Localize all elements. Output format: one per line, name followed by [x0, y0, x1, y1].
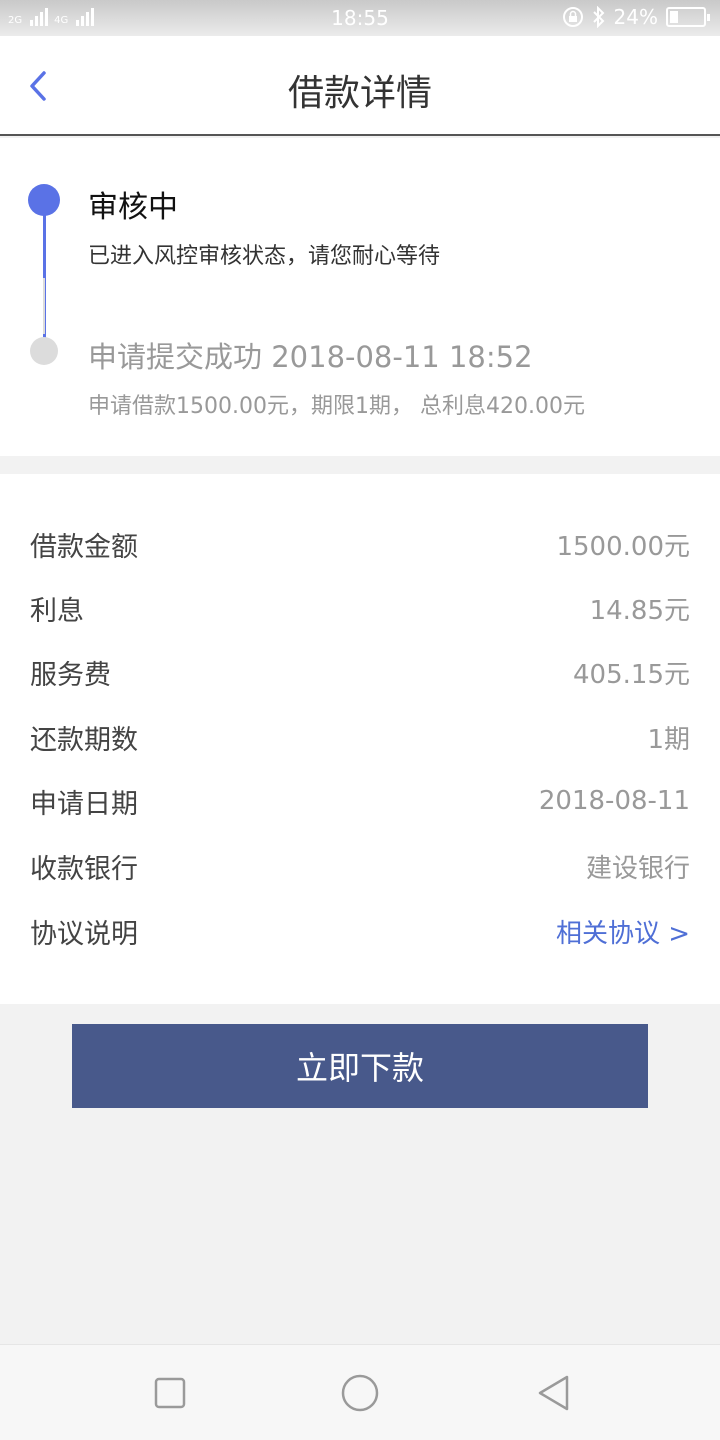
detail-value: 1期 [647, 724, 690, 755]
home-button[interactable] [340, 1373, 380, 1413]
detail-label: 借款金额 [30, 531, 138, 563]
detail-row-service-fee: 服务费 405.15元 [30, 652, 690, 692]
detail-row-loan-amount: 借款金额 1500.00元 [30, 524, 690, 564]
detail-value: 405.15元 [573, 659, 690, 690]
detail-label: 收款银行 [30, 853, 138, 885]
page-title: 借款详情 [287, 73, 432, 114]
timeline-dot-current [28, 184, 60, 216]
status-timeline: 审核中 已进入风控审核状态，请您耐心等待 申请提交成功 2018-08-11 1… [0, 138, 720, 456]
detail-row-agreement: 协议说明 相关协议 > [30, 911, 690, 951]
app-header: 借款详情 [0, 36, 720, 136]
square-icon [154, 1377, 186, 1409]
battery-percent: 24% [613, 5, 658, 29]
screen: 2G 4G 18:55 24% 借款详情 审核中 已进入风控审核状态，请您耐心等… [0, 0, 720, 1440]
bluetooth-icon [592, 6, 604, 28]
timeline-step-title: 申请提交成功 2018-08-11 18:52 [88, 340, 533, 374]
detail-value: 14.85元 [589, 595, 690, 626]
status-bar: 2G 4G 18:55 24% [0, 0, 720, 36]
detail-label: 利息 [30, 595, 84, 627]
detail-row-apply-date: 申请日期 2018-08-11 [30, 781, 690, 821]
timeline-step-description: 已进入风控审核状态，请您耐心等待 [88, 244, 441, 269]
circle-icon [341, 1374, 379, 1412]
detail-value: 1500.00元 [556, 531, 690, 562]
triangle-back-icon [538, 1375, 569, 1411]
detail-value: 2018-08-11 [538, 786, 690, 816]
detail-row-interest: 利息 14.85元 [30, 588, 690, 628]
detail-label: 协议说明 [30, 918, 138, 950]
battery-icon [666, 7, 710, 27]
timeline-line-inactive [43, 278, 45, 334]
timeline-step-description: 申请借款1500.00元，期限1期， 总利息420.00元 [88, 394, 585, 419]
timeline-step-title: 审核中 [88, 190, 178, 225]
status-right: 24% [562, 5, 710, 29]
detail-row-bank: 收款银行 建设银行 [30, 846, 690, 886]
detail-row-installments: 还款期数 1期 [30, 717, 690, 757]
battery-fill [670, 11, 678, 23]
system-nav-bar [0, 1344, 720, 1440]
recent-apps-button[interactable] [150, 1373, 190, 1413]
disburse-now-button[interactable]: 立即下款 [72, 1024, 648, 1108]
rotation-lock-icon [562, 7, 583, 27]
agreement-link[interactable]: 相关协议 > [556, 913, 690, 950]
loan-details: 借款金额 1500.00元 利息 14.85元 服务费 405.15元 还款期数… [0, 474, 720, 1004]
detail-label: 还款期数 [30, 724, 138, 756]
detail-value: 建设银行 [585, 853, 690, 884]
timeline-dot-past [30, 337, 58, 365]
system-back-button[interactable] [534, 1373, 574, 1413]
detail-label: 申请日期 [30, 788, 138, 820]
detail-label: 服务费 [30, 659, 111, 691]
